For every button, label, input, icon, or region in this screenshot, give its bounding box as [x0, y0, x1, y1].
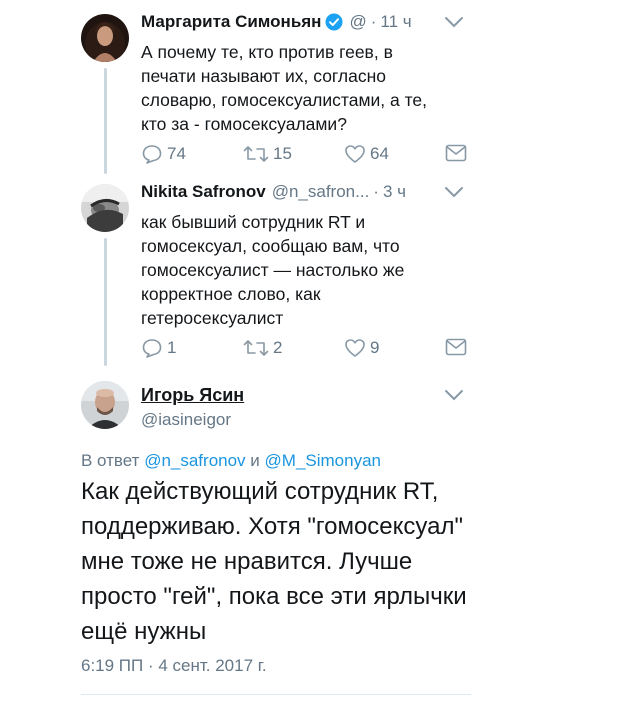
heart-icon	[345, 339, 365, 357]
tweet3-text: Как действующий сотрудник RT, поддержива…	[81, 478, 467, 645]
retweet-icon	[243, 340, 269, 356]
avatar-margarita[interactable]	[81, 14, 129, 62]
verified-icon	[325, 13, 343, 31]
reply-count: 74	[167, 144, 186, 163]
retweet-button[interactable]: 15	[243, 143, 292, 165]
like-button[interactable]: 9	[344, 337, 379, 359]
tweet1-author-name[interactable]: Маргарита Симоньян	[141, 12, 321, 32]
like-button[interactable]: 64	[344, 143, 389, 165]
tweet1-handle[interactable]: @	[349, 12, 366, 32]
tweet1-actions: 74 15 64	[141, 143, 471, 167]
retweet-icon	[243, 146, 269, 162]
tweet2-time[interactable]: 3 ч	[383, 182, 406, 202]
like-count: 64	[370, 144, 389, 163]
tweet3-author-name[interactable]: Игорь Ясин	[141, 385, 244, 406]
avatar-igor[interactable]	[81, 381, 129, 429]
tweet2-header: Nikita Safronov @n_safron... · 3 ч	[141, 182, 406, 202]
chevron-down-icon[interactable]	[443, 185, 465, 199]
thread-connector	[104, 68, 107, 174]
tweet2-text: как бывший сотрудник RT и гомосексуал, с…	[141, 212, 405, 328]
reply-count: 1	[167, 338, 177, 357]
reply-context: В ответ @n_safronov и @M_Simonyan	[81, 451, 381, 471]
reply-icon	[142, 339, 162, 358]
like-count: 9	[370, 338, 380, 357]
retweet-button[interactable]: 2	[243, 337, 282, 359]
mention-link-simonyan[interactable]: @M_Simonyan	[265, 451, 381, 470]
tweet2-actions: 1 2 9	[141, 337, 471, 361]
tweet2-author-name[interactable]: Nikita Safronov	[141, 182, 266, 202]
chevron-down-icon[interactable]	[443, 15, 465, 29]
thread-connector	[104, 238, 107, 366]
heart-icon	[345, 145, 365, 163]
tweet1-text: А почему те, кто против геев, в печати н…	[141, 42, 427, 134]
reply-prefix: В ответ	[81, 451, 140, 470]
dm-button[interactable]	[445, 143, 467, 163]
avatar-nikita[interactable]	[81, 184, 129, 232]
tweet1-header: Маргарита Симоньян @ · 11 ч	[141, 12, 412, 32]
divider	[81, 694, 471, 695]
tweet2-handle[interactable]: @n_safron...	[272, 182, 370, 202]
reply-icon	[142, 145, 162, 164]
mention-link-safronov[interactable]: @n_safronov	[144, 451, 245, 470]
tweet-thread: Маргарита Симоньян @ · 11 ч А почему те,…	[0, 0, 638, 710]
retweet-count: 15	[273, 144, 292, 163]
dm-button[interactable]	[445, 337, 467, 357]
reply-button[interactable]: 1	[141, 337, 176, 359]
tweet3-handle[interactable]: @iasineigor	[141, 410, 231, 430]
retweet-count: 2	[273, 338, 283, 357]
envelope-icon	[445, 144, 467, 162]
tweet1-time[interactable]: 11 ч	[380, 12, 411, 32]
dot-separator: ·	[370, 12, 377, 31]
reply-button[interactable]: 74	[141, 143, 186, 165]
envelope-icon	[445, 338, 467, 356]
reply-and: и	[250, 451, 260, 470]
dot-separator: ·	[373, 182, 379, 201]
tweet3-timestamp[interactable]: 6:19 ПП · 4 сент. 2017 г.	[81, 656, 267, 676]
chevron-down-icon[interactable]	[443, 388, 465, 402]
